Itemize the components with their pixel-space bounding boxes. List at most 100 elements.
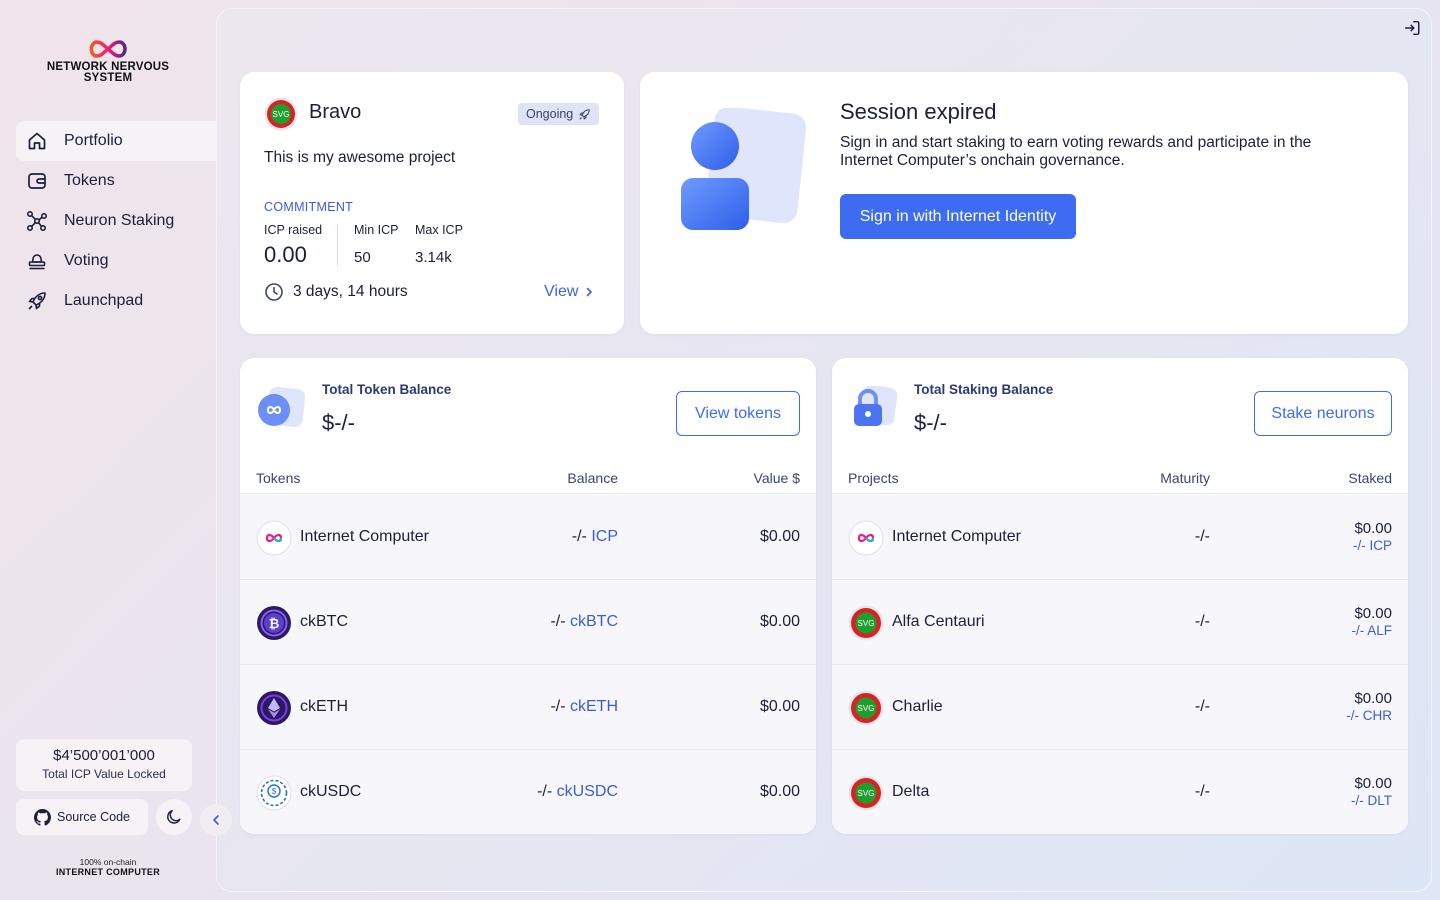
project-card[interactable]: SVG Bravo Ongoing This is my awesome pro…	[240, 72, 624, 334]
stake-neurons-button[interactable]: Stake neurons	[1254, 391, 1392, 436]
icp-raised-label: ICP raised	[264, 223, 323, 237]
infinity-logo-icon	[89, 40, 127, 58]
project-name: Bravo	[309, 101, 362, 123]
staked-token-amount: -/- DLT	[1351, 793, 1392, 808]
staked-token-amount: -/- ALF	[1351, 623, 1392, 638]
status-label: Ongoing	[526, 107, 574, 121]
min-icp-label: Min ICP	[354, 223, 399, 237]
chevron-left-icon	[213, 815, 219, 825]
sidebar: NETWORK NERVOUS SYSTEM Portfolio Tokens …	[0, 0, 216, 900]
session-description: Sign in and start staking to earn voting…	[840, 134, 1312, 169]
staked-amount: $0.00	[1354, 605, 1392, 622]
token-value: $0.00	[759, 698, 800, 715]
nav-label-neuron-staking: Neuron Staking	[64, 212, 175, 229]
staking-row[interactable]: SVG Delta -/- $0.00 -/- DLT	[832, 750, 1408, 834]
onchain-bottom-text: INTERNET COMPUTER	[55, 867, 161, 877]
token-balance: -/- ckBTC	[550, 613, 618, 630]
token-balance: -/- ICP	[571, 528, 618, 545]
logout-icon	[1404, 20, 1420, 36]
icp-raised-value: 0.00	[264, 242, 307, 267]
token-balance: -/- ckUSDC	[537, 783, 618, 800]
col-maturity: Maturity	[1160, 470, 1210, 486]
token-name: ckUSDC	[300, 783, 362, 800]
svg-logo-icon: SVG	[848, 690, 884, 726]
tvl-label: Total ICP Value Locked	[42, 767, 166, 781]
rocket-icon	[579, 108, 591, 120]
token-value: $0.00	[759, 528, 800, 545]
staking-table-header: Projects Maturity Staked	[832, 466, 1408, 494]
staking-row[interactable]: Internet Computer -/- $0.00 -/- ICP	[832, 495, 1408, 580]
view-label: View	[544, 283, 579, 300]
staking-row[interactable]: SVG Alfa Centauri -/- $0.00 -/- ALF	[832, 580, 1408, 665]
svg-text:SVG: SVG	[858, 789, 875, 798]
source-code-label: Source Code	[57, 810, 130, 824]
token-balance-value: $-/-	[322, 410, 355, 435]
nav-item-neuron-staking[interactable]: Neuron Staking	[16, 201, 216, 241]
maturity-value: -/-	[1194, 613, 1210, 630]
session-expired-card: Session expired Sign in and start stakin…	[640, 72, 1408, 334]
token-row[interactable]: ₿ ckBTC -/- ckBTC $0.00	[240, 580, 816, 665]
time-remaining: 3 days, 14 hours	[264, 282, 408, 302]
wallet-icon	[26, 170, 48, 192]
ckbtc-logo-icon: ₿	[257, 606, 291, 640]
total-value-locked: $4’500’001’000 Total ICP Value Locked	[16, 739, 192, 791]
max-icp-label: Max ICP	[415, 223, 463, 237]
svg-text:₿: ₿	[269, 616, 280, 631]
brand-line-2: SYSTEM	[83, 72, 133, 84]
token-balance-card: Total Token Balance $-/- View tokens Tok…	[240, 358, 816, 834]
nns-logo[interactable]: NETWORK NERVOUS SYSTEM	[40, 38, 176, 84]
staking-balance-value: $-/-	[914, 410, 947, 435]
nav-item-portfolio[interactable]: Portfolio	[16, 121, 216, 161]
nav-item-tokens[interactable]: Tokens	[16, 161, 216, 201]
col-staked: Staked	[1348, 470, 1392, 486]
token-balance-title: Total Token Balance	[322, 382, 452, 397]
project-name: Internet Computer	[892, 528, 1021, 545]
voting-icon	[26, 250, 48, 272]
time-remaining-text: 3 days, 14 hours	[293, 283, 408, 300]
chevron-right-icon	[587, 287, 593, 297]
lock-illustration-icon	[854, 386, 898, 426]
token-row[interactable]: $ ckUSDC -/- ckUSDC $0.00	[240, 750, 816, 834]
logout-button[interactable]	[1403, 19, 1423, 39]
token-balance: -/- ckETH	[550, 698, 618, 715]
sign-in-button[interactable]: Sign in with Internet Identity	[840, 194, 1076, 239]
svg-text:SVG: SVG	[273, 110, 290, 119]
project-name: Alfa Centauri	[892, 613, 985, 630]
home-icon	[26, 130, 48, 152]
token-row[interactable]: Internet Computer -/- ICP $0.00	[240, 495, 816, 580]
project-name: Delta	[892, 783, 930, 800]
token-value: $0.00	[759, 783, 800, 800]
ckusdc-logo-icon: $	[256, 775, 292, 811]
token-row[interactable]: ckETH -/- ckETH $0.00	[240, 665, 816, 750]
nav-label-tokens: Tokens	[64, 172, 115, 189]
staking-row[interactable]: SVG Charlie -/- $0.00 -/- CHR	[832, 665, 1408, 750]
cketh-logo-icon	[257, 691, 291, 725]
staked-amount: $0.00	[1354, 520, 1392, 537]
staked-amount: $0.00	[1354, 775, 1392, 792]
svg-text:SVG: SVG	[858, 704, 875, 713]
token-wallet-icon	[258, 387, 306, 427]
col-balance: Balance	[567, 470, 618, 486]
onchain-badge[interactable]: 100% on-chain INTERNET COMPUTER	[48, 857, 168, 877]
view-project-link[interactable]: View	[544, 283, 594, 301]
token-name: ckBTC	[300, 613, 348, 630]
svg-text:SVG: SVG	[858, 619, 875, 628]
nav-item-voting[interactable]: Voting	[16, 241, 216, 281]
view-tokens-button[interactable]: View tokens	[676, 391, 800, 436]
maturity-value: -/-	[1194, 783, 1210, 800]
project-logo-icon: SVG	[264, 97, 298, 131]
commitment-label: COMMITMENT	[264, 200, 354, 214]
max-icp-value: 3.14k	[415, 249, 452, 266]
collapse-sidebar-button[interactable]	[200, 804, 232, 836]
nav-label-launchpad: Launchpad	[64, 292, 144, 309]
svg-text:$: $	[272, 787, 277, 796]
nav-item-launchpad[interactable]: Launchpad	[16, 281, 216, 321]
moon-icon	[167, 809, 181, 824]
onchain-top-text: 100% on-chain	[79, 857, 137, 867]
token-value: $0.00	[759, 613, 800, 630]
source-code-button[interactable]: Source Code	[16, 799, 148, 835]
staking-balance-title: Total Staking Balance	[914, 382, 1054, 397]
theme-toggle-button[interactable]	[156, 799, 192, 835]
stat-divider	[337, 224, 338, 266]
maturity-value: -/-	[1194, 528, 1210, 545]
